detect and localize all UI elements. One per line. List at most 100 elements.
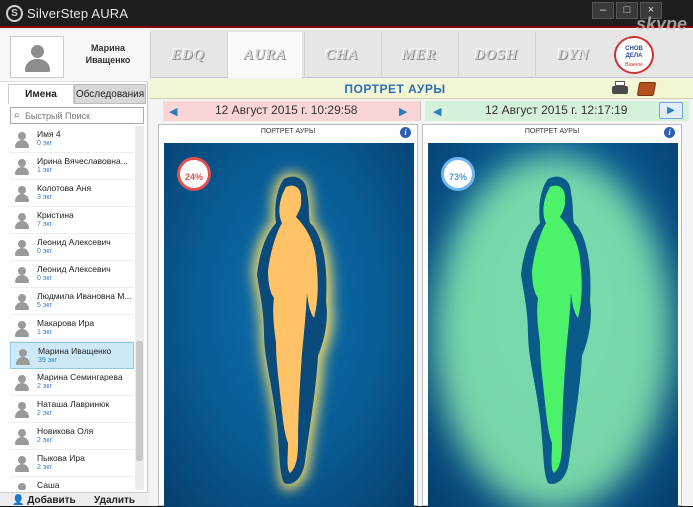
person-exam-count: 5 экг xyxy=(37,302,53,309)
right-next-arrow-icon: ▶ xyxy=(667,105,675,116)
person-name: Наташа Лавринюк xyxy=(37,399,110,409)
main-area: EDQ AURA CHA MER DOSH DYN СНОВ ДЕЛА Важн… xyxy=(150,30,693,507)
person-icon xyxy=(14,348,31,365)
list-item[interactable]: Саша xyxy=(10,477,134,490)
left-next-arrow-icon[interactable]: ▶ xyxy=(399,105,407,118)
person-exam-count: 0 экг xyxy=(37,248,53,255)
aura-panel-left: ПОРТРЕТ АУРЫ i 24% xyxy=(158,124,418,507)
add-user-icon: 👤 xyxy=(12,495,25,506)
person-exam-count: 39 экг xyxy=(38,357,57,364)
brand-logo[interactable]: СНОВ ДЕЛА Важное xyxy=(614,36,654,74)
right-prev-arrow-icon[interactable]: ◀ xyxy=(433,105,441,118)
scrollbar-thumb[interactable] xyxy=(136,341,143,461)
tab-dyn[interactable]: DYN xyxy=(535,32,610,78)
people-list-scrollbar[interactable] xyxy=(135,126,144,490)
profile-first-name: Марина xyxy=(90,43,126,53)
aura-percent-badge: 24% xyxy=(177,157,211,191)
add-person-button[interactable]: 👤 Добавить xyxy=(12,495,76,506)
info-icon[interactable]: i xyxy=(664,127,675,138)
brand-logo-subtitle: Важное xyxy=(625,62,643,68)
people-list: Имя 40 экг Ирина Вячеславовна... 1 экг Коло… xyxy=(10,126,134,490)
list-item[interactable]: Новикова Оля 2 экг xyxy=(10,423,134,450)
list-item[interactable]: Пыкова Ира 2 экг xyxy=(10,450,134,477)
app-title: SilverStep AURA xyxy=(27,6,129,21)
aura-percent-badge: 73% xyxy=(441,157,475,191)
person-exam-count: 0 экг xyxy=(37,275,53,282)
tab-names[interactable]: Имена xyxy=(8,84,74,104)
person-name: Леонид Алексевич xyxy=(37,264,111,274)
person-icon xyxy=(13,158,30,175)
person-name: Саша xyxy=(37,480,60,490)
book-icon[interactable] xyxy=(636,82,657,96)
right-next-button[interactable]: ▶ xyxy=(659,102,683,119)
tab-aura[interactable]: AURA xyxy=(227,32,302,78)
panel-title: ПОРТРЕТ АУРЫ xyxy=(524,128,580,135)
person-exam-count: 2 экг xyxy=(37,410,53,417)
profile-last-name: Иващенко xyxy=(85,55,131,65)
section-header: ПОРТРЕТ АУРЫ xyxy=(150,79,693,99)
list-item[interactable]: Кристина 7 экг xyxy=(10,207,134,234)
left-tabs: Имена Обследования xyxy=(0,84,148,104)
right-date-bar: ◀ 12 Август 2015 г. 12:17:19 ▶ xyxy=(425,101,689,121)
person-icon xyxy=(13,212,30,229)
minimize-button[interactable]: – xyxy=(592,2,614,19)
person-name: Имя 4 xyxy=(37,129,61,139)
list-item[interactable]: Людмила Ивановна М... 5 экг xyxy=(10,288,134,315)
info-icon[interactable]: i xyxy=(400,127,411,138)
person-name: Ирина Вячеславовна... xyxy=(37,156,128,166)
tab-cha[interactable]: CHA xyxy=(304,32,379,78)
list-item[interactable]: Леонид Алексевич 0 экг xyxy=(10,261,134,288)
aura-image-left: 24% xyxy=(164,143,414,507)
person-name: Новикова Оля xyxy=(37,426,94,436)
aura-image-right: 73% xyxy=(428,143,678,507)
list-item[interactable]: Марина Семингарева 2 экг xyxy=(10,369,134,396)
person-exam-count: 2 экг xyxy=(37,464,53,471)
app-logo-icon: S xyxy=(6,5,23,22)
person-name: Людмила Ивановна М... xyxy=(37,291,132,301)
aura-svg-left xyxy=(252,172,334,490)
person-exam-count: 1 экг xyxy=(37,329,53,336)
person-icon xyxy=(13,482,30,490)
app-window: S SilverStep AURA – □ × skype Марина Ива… xyxy=(0,0,693,507)
list-item[interactable]: Ирина Вячеславовна... 1 экг xyxy=(10,153,134,180)
search-box[interactable]: ⌕ xyxy=(10,107,144,124)
left-panel: Марина Иващенко Имена Обследования ⌕ Имя… xyxy=(0,30,148,506)
title-bar: S SilverStep AURA – □ × skype xyxy=(0,0,693,34)
add-person-label: Добавить xyxy=(27,495,76,506)
avatar[interactable] xyxy=(10,36,64,78)
delete-person-button[interactable]: Удалить xyxy=(94,495,135,506)
maximize-button[interactable]: □ xyxy=(616,2,638,19)
module-tabs: EDQ AURA CHA MER DOSH DYN СНОВ ДЕЛА Важн… xyxy=(150,30,693,78)
list-item[interactable]: Марина Иващенко 39 экг xyxy=(10,342,134,369)
person-exam-count: 1 экг xyxy=(37,167,53,174)
list-item[interactable]: Леонид Алексевич 0 экг xyxy=(10,234,134,261)
brand-logo-title: СНОВ ДЕЛА xyxy=(625,46,643,59)
person-name: Колотова Аня xyxy=(37,183,92,193)
avatar-head-icon xyxy=(31,45,44,58)
list-item[interactable]: Имя 40 экг xyxy=(10,126,134,153)
list-item[interactable]: Колотова Аня 3 экг xyxy=(10,180,134,207)
person-name: Марина Иващенко xyxy=(38,346,112,356)
tab-examinations[interactable]: Обследования xyxy=(74,84,146,104)
left-prev-arrow-icon[interactable]: ◀ xyxy=(169,105,177,118)
person-icon xyxy=(13,266,30,283)
list-item[interactable]: Наташа Лавринюк 2 экг xyxy=(10,396,134,423)
list-item[interactable]: Макарова Ира 1 экг xyxy=(10,315,134,342)
tab-dosh[interactable]: DOSH xyxy=(458,32,533,78)
person-exam-count: 7 экг xyxy=(37,221,53,228)
printer-icon[interactable] xyxy=(612,81,628,96)
person-name: Кристина xyxy=(37,210,74,220)
person-name: Пыкова Ира xyxy=(37,453,85,463)
person-exam-count: 3 экг xyxy=(37,194,53,201)
aura-svg-right xyxy=(435,155,671,507)
profile-name: Марина Иващенко xyxy=(70,42,146,66)
avatar-body-icon xyxy=(25,59,50,72)
person-icon xyxy=(13,239,30,256)
tab-edq[interactable]: EDQ xyxy=(150,32,225,78)
person-name: Марина Семингарева xyxy=(37,372,123,382)
tab-mer[interactable]: MER xyxy=(381,32,456,78)
left-date-text: 12 Август 2015 г. 10:29:58 xyxy=(215,103,358,117)
search-input[interactable] xyxy=(25,109,141,122)
person-exam-count: 2 экг xyxy=(37,437,53,444)
person-icon xyxy=(13,401,30,418)
